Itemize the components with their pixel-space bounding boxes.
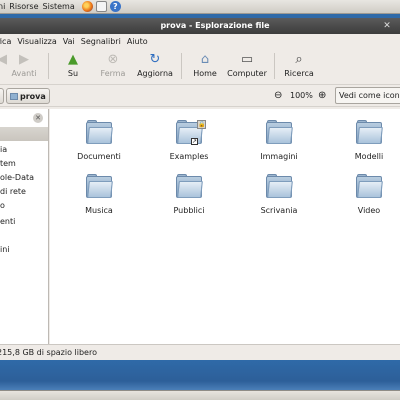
bottom-panel [0,390,400,400]
folder-item[interactable]: Modelli [339,120,399,161]
stop-label: Ferma [100,69,126,78]
search-icon: ⌕ [295,51,303,67]
folder-icon [266,120,293,144]
home-icon: ⌂ [200,51,210,67]
sidebar-item[interactable]: enti [0,217,15,226]
up-label: Su [67,69,79,78]
folder-label: Pubblici [173,206,205,215]
content-area: ✕ ia tem ole-Data di rete o enti ini Doc… [0,109,400,344]
folder-label: Modelli [354,152,384,161]
folder-icon [10,92,18,100]
view-mode-select[interactable]: Vedi come icone [335,87,400,104]
toolbar-separator [181,53,182,79]
menu-help[interactable]: Aiuto [124,37,151,46]
menu-bookmarks[interactable]: Segnalibri [78,37,124,46]
folder-item[interactable]: Scrivania [249,174,309,215]
folder-label: Immagini [260,152,298,161]
computer-button[interactable]: ▭ Computer [224,51,270,79]
reload-label: Aggiorna [137,69,173,78]
folder-item[interactable]: Video [339,174,399,215]
toolbar-separator [274,53,275,79]
folder-item[interactable]: Documenti [69,120,129,161]
folder-icon [356,174,383,198]
file-pane: Documenti 🔒 ↗ Examples Immagini Modelli … [50,109,400,344]
menu-view[interactable]: Visualizza [14,37,59,46]
panel-menu-applications[interactable]: ni [0,2,9,11]
folder-item[interactable]: Immagini [249,120,309,161]
menubar: fica Visualizza Vai Segnalibri Aiuto [0,34,400,49]
folder-item[interactable]: Pubblici [159,174,219,215]
panel-menu-system[interactable]: Sistema [43,2,79,11]
folder-icon [266,174,293,198]
menu-go[interactable]: Vai [60,37,78,46]
sidebar-item[interactable]: ole-Data [0,173,34,182]
folder-item[interactable]: 🔒 ↗ Examples [159,120,219,161]
file-manager-window: prova - Esplorazione file ✕ fica Visuali… [0,18,400,360]
sidebar-item[interactable]: tem [0,159,16,168]
up-button[interactable]: ▲ Su [53,51,93,79]
status-bar: 215,8 GB di spazio libero [0,344,400,360]
help-icon[interactable]: ? [109,1,121,12]
symlink-arrow-icon: ↗ [191,138,198,145]
close-sidebar-icon[interactable]: ✕ [33,113,43,123]
folder-label: Examples [169,152,209,161]
reload-icon: ↻ [149,51,161,67]
up-arrow-icon: ▲ [68,51,78,67]
window-title: prova - Esplorazione file [160,21,270,30]
folder-icon [86,174,113,198]
zoom-in-icon[interactable]: ⊕ [318,90,326,101]
top-panel: ni Risorse Sistema ? [0,0,400,14]
folder-label: Scrivania [260,206,298,215]
search-button[interactable]: ⌕ Ricerca [279,51,319,79]
folder-label: Documenti [77,152,121,161]
free-space-text: 215,8 GB di spazio libero [0,348,97,357]
toolbar-separator [48,53,49,79]
close-icon[interactable]: ✕ [382,21,392,31]
sidebar-item[interactable]: ia [0,145,7,154]
forward-button[interactable]: ▶ Avanti [4,51,44,79]
sidebar-selection [0,127,48,141]
folder-icon [86,120,113,144]
sidebar-item[interactable]: di rete [0,187,26,196]
desktop-background [0,360,400,390]
folder-label: Musica [85,206,113,215]
mail-icon[interactable] [95,1,107,12]
sidebar-item[interactable]: ini [0,245,10,254]
forward-label: Avanti [11,69,37,78]
zoom-level: 100% [290,91,313,100]
breadcrumb-label: prova [20,91,46,101]
folder-icon [176,174,203,198]
home-label: Home [193,69,217,78]
folder-icon [356,120,383,144]
firefox-icon[interactable] [81,1,93,12]
breadcrumb-current[interactable]: prova [6,88,50,104]
folder-label: Video [357,206,381,215]
stop-button[interactable]: ⊗ Ferma [93,51,133,79]
window-titlebar[interactable]: prova - Esplorazione file ✕ [0,18,400,34]
sidebar: ✕ ia tem ole-Data di rete o enti ini [0,109,49,344]
computer-label: Computer [227,69,267,78]
sidebar-item[interactable]: o [0,201,5,210]
search-label: Ricerca [284,69,314,78]
forward-arrow-icon: ▶ [19,51,29,67]
folder-item[interactable]: Musica [69,174,129,215]
home-button[interactable]: ⌂ Home [186,51,224,79]
lock-icon: 🔒 [197,120,206,129]
computer-icon: ▭ [240,51,254,67]
reload-button[interactable]: ↻ Aggiorna [133,51,177,79]
breadcrumb-previous[interactable] [0,88,4,104]
menu-edit[interactable]: fica [0,37,14,46]
panel-menu-places[interactable]: Risorse [9,2,42,11]
stop-icon: ⊗ [107,51,119,67]
toolbar: ◀ ▶ Avanti ▲ Su ⊗ Ferma ↻ Aggiorna ⌂ Hom… [0,49,400,85]
zoom-out-icon[interactable]: ⊖ [274,90,282,101]
location-bar: prova ⊖ 100% ⊕ Vedi come icone [0,85,400,107]
